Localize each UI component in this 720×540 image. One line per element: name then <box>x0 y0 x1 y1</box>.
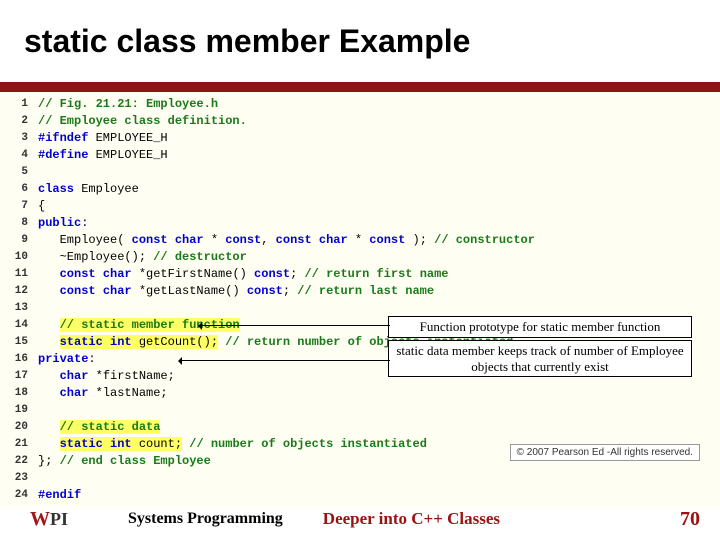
page-number: 70 <box>680 508 700 531</box>
code-line: 5 <box>0 164 720 181</box>
copyright-notice: © 2007 Pearson Ed -All rights reserved. <box>510 444 700 461</box>
code-content: ~Employee(); // destructor <box>38 249 720 266</box>
code-line: 11 const char *getFirstName() const; // … <box>0 266 720 283</box>
code-line: 1// Fig. 21.21: Employee.h <box>0 96 720 113</box>
footer-center: Deeper into C++ Classes <box>323 509 500 529</box>
line-number: 10 <box>0 249 38 266</box>
line-number: 1 <box>0 96 38 113</box>
line-number: 12 <box>0 283 38 300</box>
line-number: 23 <box>0 470 38 487</box>
code-content: #ifndef EMPLOYEE_H <box>38 130 720 147</box>
code-content: // static data <box>38 419 720 436</box>
line-number: 17 <box>0 368 38 385</box>
line-number: 13 <box>0 300 38 317</box>
line-number: 18 <box>0 385 38 402</box>
wpi-logo: WPI <box>10 503 88 535</box>
code-line: 23 <box>0 470 720 487</box>
code-line: 9 Employee( const char * const, const ch… <box>0 232 720 249</box>
code-line: 7{ <box>0 198 720 215</box>
code-line: 18 char *lastName; <box>0 385 720 402</box>
line-number: 16 <box>0 351 38 368</box>
line-number: 7 <box>0 198 38 215</box>
footer-left: Systems Programming <box>128 510 283 528</box>
title-rest: class member Example <box>108 23 471 59</box>
title-underline <box>0 82 720 92</box>
code-line: 10 ~Employee(); // destructor <box>0 249 720 266</box>
line-number: 21 <box>0 436 38 453</box>
code-line: 20 // static data <box>0 419 720 436</box>
title-highlight: static <box>24 23 108 59</box>
line-number: 3 <box>0 130 38 147</box>
code-content <box>38 402 720 419</box>
code-content: public: <box>38 215 720 232</box>
line-number: 11 <box>0 266 38 283</box>
code-line: 4#define EMPLOYEE_H <box>0 147 720 164</box>
slide-title: static class member Example <box>0 0 720 60</box>
line-number: 9 <box>0 232 38 249</box>
line-number: 5 <box>0 164 38 181</box>
line-number: 8 <box>0 215 38 232</box>
code-content: char *lastName; <box>38 385 720 402</box>
code-content <box>38 164 720 181</box>
line-number: 19 <box>0 402 38 419</box>
code-line: 13 <box>0 300 720 317</box>
code-content: class Employee <box>38 181 720 198</box>
line-number: 15 <box>0 334 38 351</box>
code-content: Employee( const char * const, const char… <box>38 232 720 249</box>
line-number: 14 <box>0 317 38 334</box>
code-line: 2// Employee class definition. <box>0 113 720 130</box>
code-line: 6class Employee <box>0 181 720 198</box>
code-content: const char *getLastName() const; // retu… <box>38 283 720 300</box>
code-content <box>38 470 720 487</box>
code-line: 12 const char *getLastName() const; // r… <box>0 283 720 300</box>
code-line: 8public: <box>0 215 720 232</box>
line-number: 6 <box>0 181 38 198</box>
line-number: 22 <box>0 453 38 470</box>
code-line: 19 <box>0 402 720 419</box>
code-content: // Fig. 21.21: Employee.h <box>38 96 720 113</box>
slide-footer: WPI Systems Programming Deeper into C++ … <box>0 498 720 540</box>
code-content: { <box>38 198 720 215</box>
code-line: 3#ifndef EMPLOYEE_H <box>0 130 720 147</box>
line-number: 4 <box>0 147 38 164</box>
code-content: #define EMPLOYEE_H <box>38 147 720 164</box>
line-number: 20 <box>0 419 38 436</box>
arrow-to-getcount <box>200 325 390 326</box>
code-content: // Employee class definition. <box>38 113 720 130</box>
annotation-static-data: static data member keeps track of number… <box>388 340 692 377</box>
annotation-function-prototype: Function prototype for static member fun… <box>388 316 692 338</box>
line-number: 2 <box>0 113 38 130</box>
code-content <box>38 300 720 317</box>
arrow-to-count <box>180 360 390 361</box>
code-content: const char *getFirstName() const; // ret… <box>38 266 720 283</box>
